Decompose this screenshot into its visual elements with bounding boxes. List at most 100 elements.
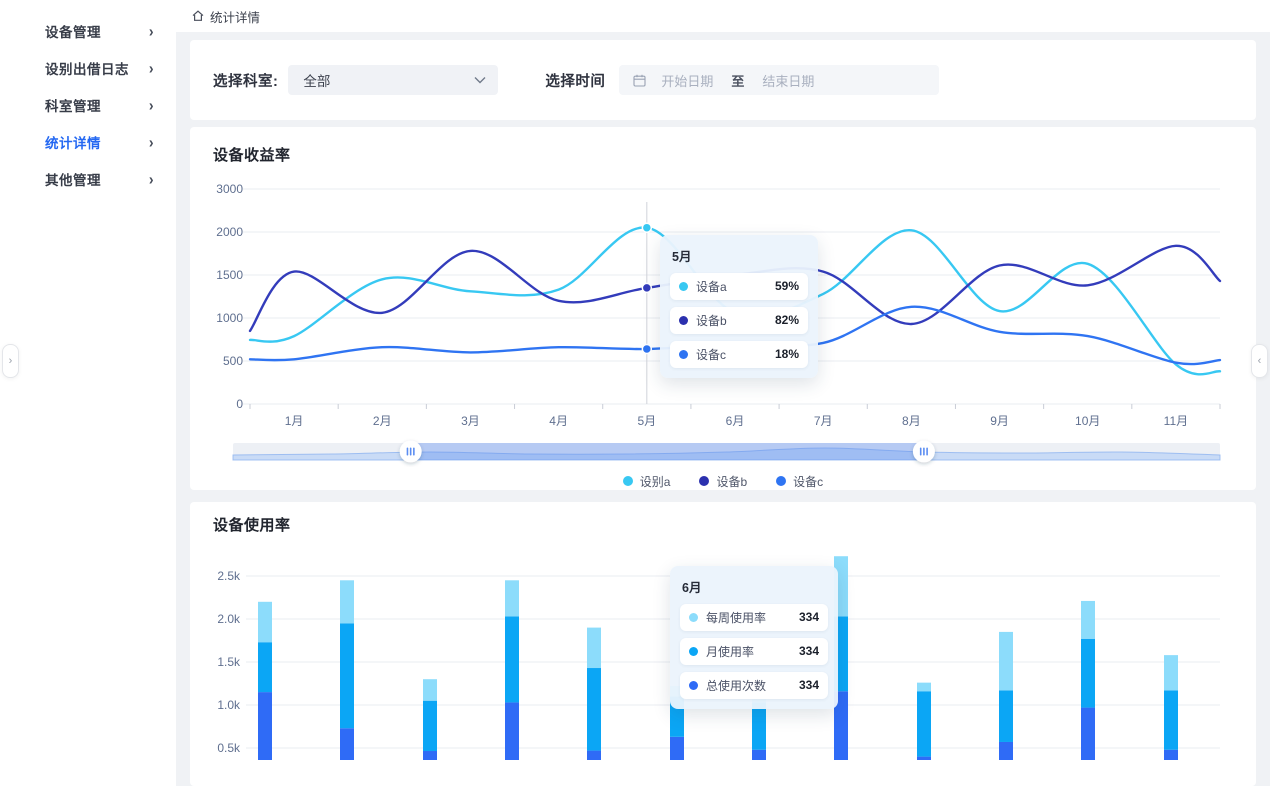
legend-item-1[interactable]: 设备b (699, 473, 747, 490)
sidebar-collapse-button[interactable]: › (2, 344, 19, 378)
chevron-right-icon: › (149, 96, 154, 114)
stacked-bar-11[interactable] (1164, 655, 1178, 760)
svg-text:5月: 5月 (637, 414, 656, 428)
stacked-bar-0[interactable] (258, 602, 272, 760)
tooltip-row: 总使用次数 334 (680, 672, 828, 699)
tooltip-series-value: 18% (775, 347, 799, 361)
data-zoom-slider[interactable] (233, 440, 1220, 462)
hover-dot-series-0 (642, 223, 651, 232)
chevron-right-icon: › (149, 59, 154, 77)
end-date-input[interactable]: 结束日期 (762, 71, 814, 90)
sidebar: 设备管理›设别出借日志›科室管理›统计详情›其他管理› (0, 0, 176, 786)
sidebar-item-0[interactable]: 设备管理› (0, 12, 176, 49)
tooltip-series-value: 334 (799, 678, 819, 692)
stacked-bar-1[interactable] (340, 580, 354, 760)
tooltip-row: 月使用率334 (680, 638, 828, 665)
tooltip-series-value: 82% (775, 313, 799, 327)
svg-text:8月: 8月 (902, 414, 921, 428)
series-dot-icon (689, 647, 698, 656)
svg-text:2.0k: 2.0k (217, 612, 241, 626)
revenue-chart-legend: 设别a 设备b 设备c (190, 473, 1256, 490)
legend-dot-icon (776, 476, 786, 486)
tooltip-series-value: 59% (775, 279, 799, 293)
stacked-bar-2[interactable] (423, 679, 437, 760)
date-range-picker[interactable]: 开始日期 至 结束日期 (619, 65, 939, 95)
chevron-left-icon: ‹ (1258, 355, 1262, 367)
tooltip-row: 设备a 59% (670, 273, 808, 300)
sidebar-item-label: 设别出借日志 (45, 58, 149, 78)
svg-text:9月: 9月 (990, 414, 1009, 428)
chevron-right-icon: › (149, 22, 154, 40)
chevron-right-icon: › (149, 133, 154, 151)
svg-text:1.5k: 1.5k (217, 655, 241, 669)
tooltip-series-label: 总使用次数 (706, 677, 766, 694)
stacked-bar-3[interactable] (505, 580, 519, 760)
legend-label: 设备b (716, 473, 747, 490)
panel-collapse-button[interactable]: ‹ (1251, 344, 1268, 378)
tooltip-row: 设备b 82% (670, 307, 808, 334)
zoom-handle-left[interactable] (400, 440, 422, 462)
legend-dot-icon (699, 476, 709, 486)
svg-text:1500: 1500 (216, 268, 243, 282)
svg-text:1000: 1000 (216, 311, 243, 325)
sidebar-menu: 设备管理›设别出借日志›科室管理›统计详情›其他管理› (0, 12, 176, 197)
svg-text:10月: 10月 (1075, 414, 1100, 428)
svg-text:4月: 4月 (549, 414, 568, 428)
svg-text:0: 0 (236, 397, 243, 411)
calendar-icon (633, 74, 646, 87)
stacked-bar-9[interactable] (999, 632, 1013, 760)
chevron-right-icon: › (149, 170, 154, 188)
legend-item-0[interactable]: 设别a (623, 473, 671, 490)
svg-text:3月: 3月 (461, 414, 480, 428)
tooltip-series-label: 每周使用率 (706, 609, 766, 626)
svg-text:7月: 7月 (814, 414, 833, 428)
revenue-chart-card: 设备收益率 050010001500200030001月2月3月4月5月6月7月… (190, 127, 1256, 490)
svg-text:11月: 11月 (1164, 414, 1188, 428)
series-dot-icon (689, 613, 698, 622)
svg-text:2.5k: 2.5k (217, 569, 241, 583)
tooltip-title: 5月 (670, 244, 808, 266)
sidebar-item-4[interactable]: 其他管理› (0, 160, 176, 197)
home-icon (191, 9, 205, 23)
usage-chart-tooltip: 6月每周使用率334月使用率334总使用次数334 (670, 566, 838, 709)
hover-dot-series-2 (642, 344, 651, 353)
department-select-value: 全部 (303, 70, 474, 90)
svg-text:2000: 2000 (216, 225, 243, 239)
chevron-right-icon: › (9, 355, 13, 367)
legend-label: 设别a (640, 473, 671, 490)
usage-chart-card: 设备使用率 0.5k1.0k1.5k2.0k2.5k 6月每周使用率334月使用… (190, 502, 1256, 786)
svg-text:1月: 1月 (285, 414, 304, 428)
start-date-input[interactable]: 开始日期 (661, 71, 713, 90)
stacked-bar-4[interactable] (587, 627, 601, 759)
sidebar-item-label: 统计详情 (45, 132, 149, 152)
stacked-bar-10[interactable] (1081, 601, 1095, 760)
tooltip-row: 设备c18% (670, 341, 808, 368)
svg-text:2月: 2月 (373, 414, 392, 428)
department-select[interactable]: 全部 (288, 65, 498, 95)
series-dot-icon (689, 681, 698, 690)
sidebar-item-2[interactable]: 科室管理› (0, 86, 176, 123)
legend-dot-icon (623, 476, 633, 486)
sidebar-item-1[interactable]: 设别出借日志› (0, 49, 176, 86)
sidebar-item-label: 科室管理 (45, 95, 149, 115)
hover-dot-series-1 (642, 283, 651, 292)
sidebar-item-3[interactable]: 统计详情› (0, 123, 176, 160)
breadcrumb[interactable]: 统计详情 (210, 7, 260, 26)
x-axis-labels: 1月2月3月4月5月6月7月8月9月10月11月 (285, 414, 1188, 428)
zoom-handle-right[interactable] (913, 440, 935, 462)
time-filter-label: 选择时间 (545, 70, 605, 91)
tooltip-series-value: 334 (799, 644, 819, 658)
legend-label: 设备c (793, 473, 823, 490)
svg-text:1.0k: 1.0k (217, 698, 241, 712)
series-dot-icon (679, 350, 688, 359)
legend-item-2[interactable]: 设备c (776, 473, 823, 490)
stacked-bar-8[interactable] (917, 682, 931, 759)
date-separator: 至 (731, 71, 744, 90)
tooltip-series-label: 设备b (696, 312, 727, 329)
zoom-selected-window[interactable] (411, 443, 924, 460)
svg-text:3000: 3000 (216, 182, 243, 196)
tooltip-series-label: 设备a (696, 278, 727, 295)
svg-text:0.5k: 0.5k (217, 741, 241, 755)
main-area: 统计详情 选择科室: 全部 选择时间 开始日期 至 结束日期 (176, 0, 1270, 786)
svg-text:500: 500 (223, 354, 243, 368)
